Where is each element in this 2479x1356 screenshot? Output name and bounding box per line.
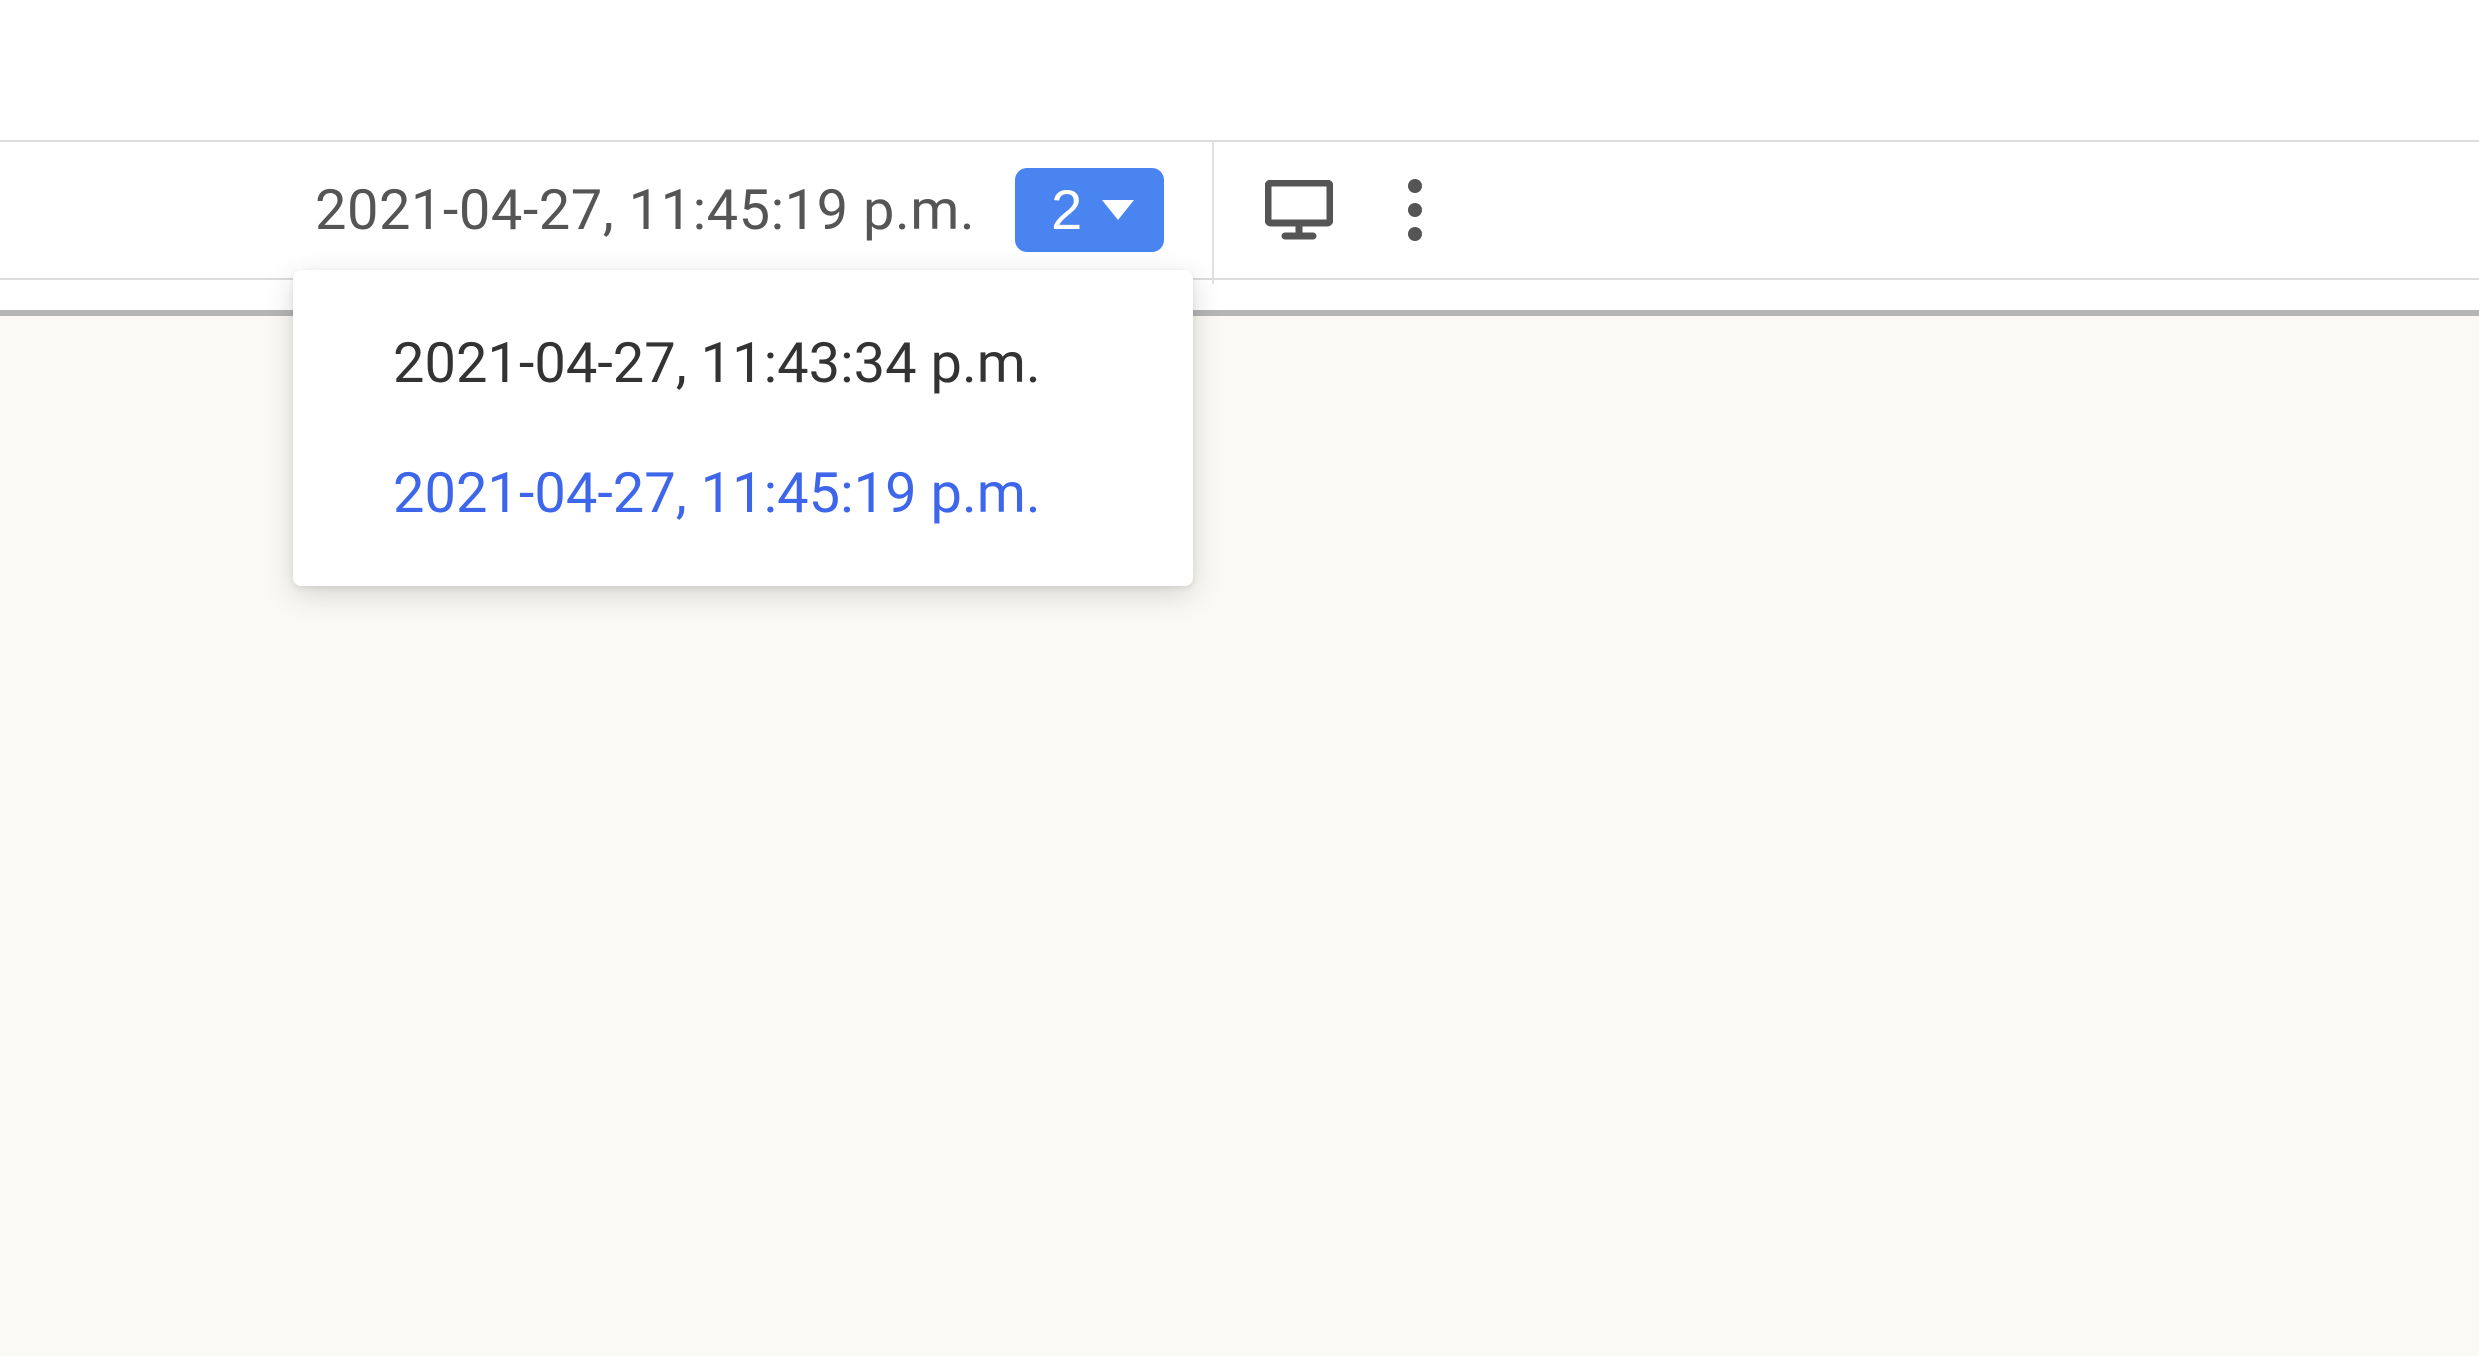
monitor-icon xyxy=(1265,180,1333,240)
revision-count-dropdown-toggle[interactable]: 2 xyxy=(1015,168,1164,252)
revision-option-selected[interactable]: 2021-04-27, 11:45:19 p.m. xyxy=(293,428,1193,558)
toolbar-divider xyxy=(1212,140,1214,284)
caret-down-icon xyxy=(1102,200,1134,220)
selected-timestamp-label: 2021-04-27, 11:45:19 p.m. xyxy=(315,177,975,243)
top-spacer xyxy=(0,0,2479,140)
revision-count-value: 2 xyxy=(1051,182,1082,238)
revision-dropdown-menu: 2021-04-27, 11:43:34 p.m. 2021-04-27, 11… xyxy=(293,270,1193,586)
toolbar: 2021-04-27, 11:45:19 p.m. 2 xyxy=(0,140,2479,280)
revision-option[interactable]: 2021-04-27, 11:43:34 p.m. xyxy=(293,298,1193,428)
more-vertical-icon xyxy=(1408,227,1422,241)
more-vertical-icon xyxy=(1408,179,1422,193)
more-vertical-icon xyxy=(1408,203,1422,217)
more-options-button[interactable] xyxy=(1398,159,1432,261)
preview-button[interactable] xyxy=(1255,170,1343,250)
